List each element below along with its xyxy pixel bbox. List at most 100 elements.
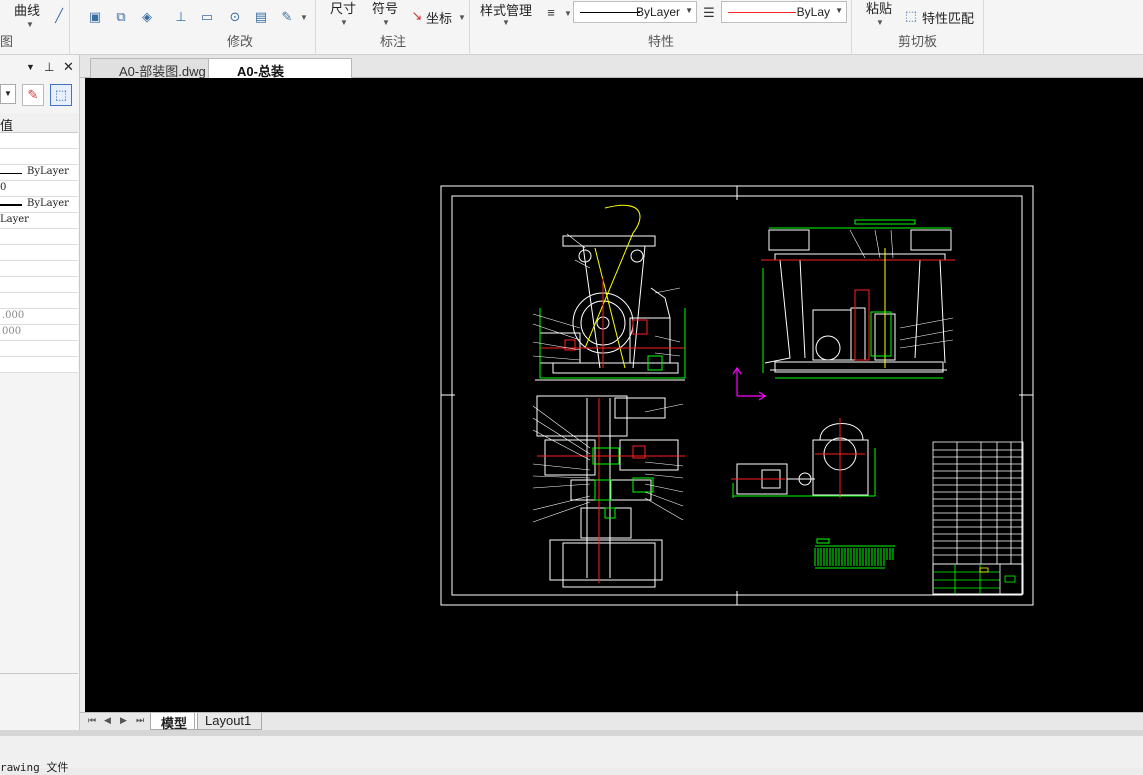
title-block — [932, 563, 1024, 595]
color-value: ByLay — [796, 5, 830, 19]
ribbon-group-draw: 曲线 ▼ ╱ 图 — [0, 0, 70, 55]
doc-tab[interactable]: A0-部装图.dwg — [90, 58, 222, 79]
paste-button[interactable]: 粘贴 — [866, 0, 892, 17]
ribbon-group-label: 图 — [0, 34, 14, 49]
property-row[interactable]: 000 — [0, 325, 78, 341]
parts-list-table — [932, 441, 1024, 595]
top-view-leaders — [532, 403, 684, 523]
properties-panel: ▼ ⊥ ✕ ▼ ✎ ⬚ 值 ByLayer 0 ByLayer Layer .0… — [0, 55, 80, 732]
ribbon-group-label: 修改 — [227, 34, 254, 49]
property-row[interactable] — [0, 229, 78, 245]
ribbon-group-properties: 样式管理 ▼ ≡ ▼ ByLayer ▼ ☰ ByLay ▼ 特性 — [470, 0, 852, 55]
last-tab-arrow-icon[interactable]: ⏭ — [136, 715, 144, 726]
layer-icon[interactable]: ▤ — [254, 10, 268, 24]
panel-header: 值 — [0, 113, 78, 133]
match-properties-button[interactable]: 特性匹配 — [922, 8, 974, 27]
style-manager-button[interactable]: 样式管理 — [480, 0, 532, 19]
property-row[interactable] — [0, 245, 78, 261]
reducer-detail — [736, 423, 869, 496]
quick-select-icon[interactable]: ⬚ — [50, 84, 72, 106]
property-row[interactable] — [0, 357, 78, 373]
page-icon[interactable]: ▭ — [200, 10, 214, 24]
linetype-value: ByLayer — [635, 5, 680, 19]
ribbon-group-modify: ▣ ⧉ ◈ ⊥ ▭ ⊙ ▤ ✎ ▼ 修改 — [70, 0, 316, 55]
chevron-down-icon[interactable]: ▼ — [458, 13, 466, 22]
ribbon-group-label: 特性 — [648, 34, 675, 49]
clear-selection-icon[interactable]: ✎ — [22, 84, 44, 106]
chevron-down-icon[interactable]: ▼ — [26, 62, 35, 72]
edit-icon[interactable]: ✎ — [280, 10, 294, 24]
layout-tabbar: ⏮ ◀ ▶ ⏭ 模型 Layout1 — [80, 712, 1143, 731]
tab-layout1[interactable]: Layout1 — [194, 713, 263, 730]
ucs-icon — [732, 366, 767, 401]
chevron-down-icon[interactable]: ▼ — [300, 13, 308, 22]
property-row[interactable]: Layer — [0, 213, 78, 229]
doc-tab-active[interactable]: A0-总装图.dwg× — [208, 58, 352, 98]
property-row[interactable]: 0 — [0, 181, 78, 197]
top-view-accent — [537, 398, 685, 583]
copy-icon[interactable]: ⧉ — [114, 10, 128, 24]
linetype-combo[interactable]: ByLayer ▼ — [573, 1, 697, 23]
reducer-detail-accent — [731, 418, 876, 498]
document-tabbar: A0-部装图.dwg A0-总装图.dwg× — [80, 55, 1143, 98]
selector-dropdown[interactable]: ▼ — [0, 84, 16, 104]
linestyle-icon[interactable]: ☰ — [702, 6, 716, 20]
value-column-header: 值 — [0, 118, 14, 133]
match-properties-icon[interactable]: ⬚ — [904, 9, 918, 23]
symbol-button[interactable]: 符号 — [372, 0, 398, 17]
prev-tab-arrow-icon[interactable]: ◀ — [104, 715, 111, 726]
chevron-down-icon[interactable]: ▼ — [26, 20, 34, 29]
curve-button[interactable]: 曲线 — [14, 0, 40, 19]
close-icon[interactable]: ✕ — [63, 59, 74, 75]
property-row[interactable] — [0, 277, 78, 293]
lineweight-icon[interactable]: ≡ — [544, 6, 558, 20]
stretch-icon[interactable]: ⊥ — [174, 10, 188, 24]
drawing-canvas[interactable] — [85, 78, 1143, 712]
panel-divider — [0, 673, 78, 674]
property-row[interactable]: .000 — [0, 309, 78, 325]
linetype-preview — [580, 12, 640, 13]
ribbon-group-label: 标注 — [380, 34, 407, 49]
property-row[interactable] — [0, 133, 78, 149]
side-view — [764, 229, 952, 373]
property-row[interactable]: ByLayer — [0, 165, 78, 181]
property-row[interactable] — [0, 261, 78, 277]
chevron-down-icon[interactable]: ▼ — [876, 18, 884, 27]
color-preview — [728, 12, 796, 13]
property-row[interactable] — [0, 149, 78, 165]
ribbon-group-annotate: 尺寸 ▼ 符号 ▼ ↘ 坐标 ▼ 标注 — [316, 0, 470, 55]
dimension-button[interactable]: 尺寸 — [330, 0, 356, 17]
chevron-down-icon[interactable]: ▼ — [564, 9, 572, 18]
line-icon[interactable]: ╱ — [52, 9, 66, 23]
chevron-down-icon: ▼ — [835, 6, 843, 15]
command-history-text: rawing 文件 — [0, 761, 69, 774]
rotate-icon[interactable]: ⊙ — [228, 10, 242, 24]
panel-toolbar: ▼ ✎ ⬚ — [0, 81, 78, 109]
tab-model[interactable]: 模型 — [150, 713, 199, 731]
chevron-down-icon[interactable]: ▼ — [502, 18, 510, 27]
line-preview — [0, 173, 22, 174]
ribbon-group-label: 剪切板 — [898, 34, 938, 49]
rectangle-icon[interactable]: ▣ — [88, 10, 102, 24]
chevron-down-icon[interactable]: ▼ — [340, 18, 348, 27]
property-row[interactable]: ByLayer — [0, 197, 78, 213]
coordinate-button[interactable]: 坐标 — [426, 8, 452, 27]
first-tab-arrow-icon[interactable]: ⏮ — [88, 715, 96, 726]
cad-drawing — [440, 185, 1034, 606]
technical-notes — [814, 538, 895, 569]
hatch-icon[interactable]: ◈ — [140, 10, 154, 24]
ribbon-group-clipboard: 粘贴 ▼ ⬚ 特性匹配 剪切板 — [852, 0, 984, 55]
command-line[interactable]: rawing 文件 — [0, 730, 1143, 774]
property-row[interactable] — [0, 293, 78, 309]
line-preview — [0, 204, 22, 206]
property-row[interactable] — [0, 341, 78, 357]
pin-icon[interactable]: ⊥ — [44, 60, 54, 74]
ribbon: 曲线 ▼ ╱ 图 ▣ ⧉ ◈ ⊥ ▭ ⊙ ▤ ✎ ▼ 修改 尺寸 ▼ 符号 ▼ … — [0, 0, 1143, 55]
chevron-down-icon: ▼ — [685, 6, 693, 15]
chevron-down-icon[interactable]: ▼ — [382, 18, 390, 27]
color-combo[interactable]: ByLay ▼ — [721, 1, 847, 23]
next-tab-arrow-icon[interactable]: ▶ — [120, 715, 127, 726]
coordinate-icon[interactable]: ↘ — [410, 9, 424, 23]
panel-titlebar: ▼ ⊥ ✕ — [0, 55, 78, 81]
doc-tab-label: A0-部装图.dwg — [119, 64, 206, 79]
